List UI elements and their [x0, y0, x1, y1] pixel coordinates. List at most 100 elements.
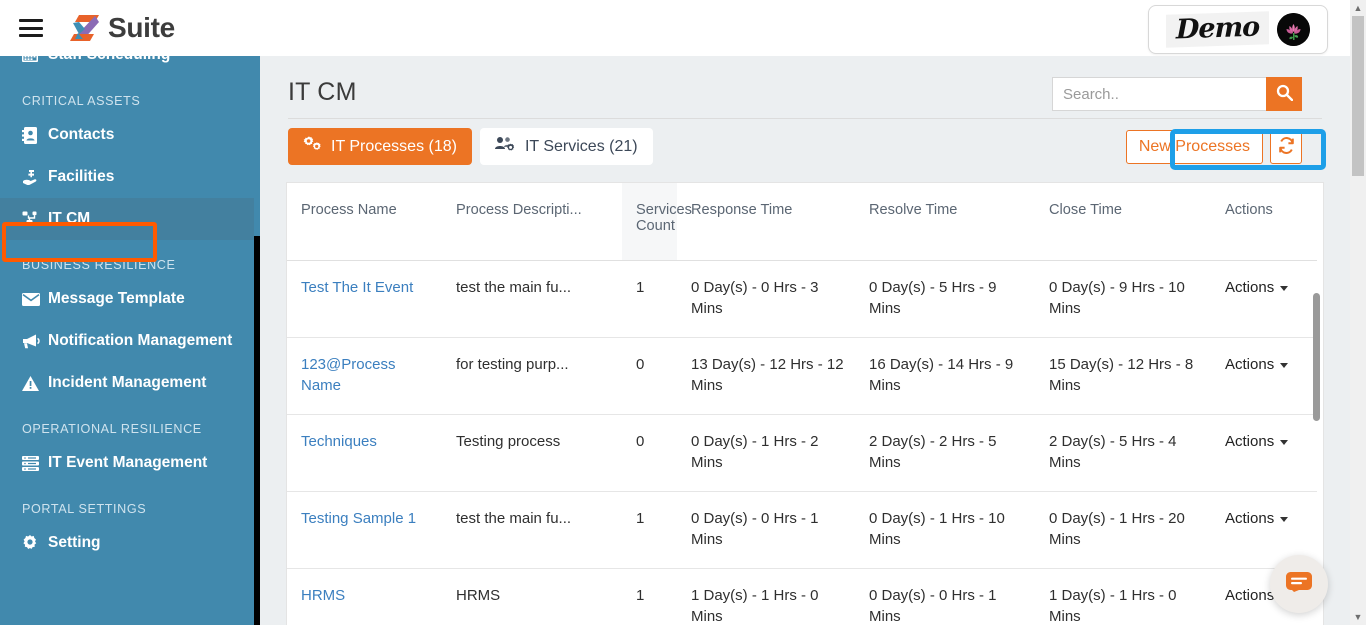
search-bar: [1052, 77, 1302, 111]
chevron-down-icon: [1280, 439, 1289, 445]
column-header-process-description[interactable]: Process Descripti...: [442, 183, 622, 261]
page-scrollbar-thumb[interactable]: [1352, 16, 1364, 176]
envelope-icon: [22, 292, 48, 306]
sidebar-item-setting[interactable]: Setting: [0, 522, 254, 564]
new-processes-button[interactable]: New Processes: [1125, 130, 1263, 164]
table-toolbar: New Processes: [1125, 130, 1302, 164]
cell-services-count: 0: [622, 414, 677, 492]
chevron-down-icon: [1280, 516, 1289, 522]
tab-label: IT Services (21): [524, 137, 638, 155]
hand-facility-icon: [22, 169, 48, 186]
cell-response-time: 13 Day(s) - 12 Hrs - 12 Mins: [677, 337, 855, 415]
cell-process-name: Techniques: [287, 414, 442, 492]
cell-resolve-time: 0 Day(s) - 0 Hrs - 1 Mins: [855, 568, 1035, 625]
process-name-link[interactable]: 123@Process Name: [301, 356, 395, 394]
brand-logo[interactable]: Suite: [69, 12, 175, 44]
chevron-down-icon: [1280, 285, 1289, 291]
column-header-response-time[interactable]: Response Time: [677, 183, 855, 261]
sidebar-item-contacts[interactable]: Contacts: [0, 114, 254, 156]
gears-icon: [303, 136, 322, 157]
megaphone-icon: [22, 334, 48, 349]
cell-process-name: Testing Sample 1: [287, 491, 442, 569]
top-bar: Suite Demo: [0, 0, 1366, 56]
sidebar-section-operational-resilience: OPERATIONAL RESILIENCE: [22, 422, 202, 436]
chat-widget-button[interactable]: [1270, 555, 1328, 613]
avatar[interactable]: [1277, 13, 1311, 46]
cell-resolve-time: 0 Day(s) - 1 Hrs - 10 Mins: [855, 491, 1035, 569]
search-input[interactable]: [1052, 77, 1266, 111]
cell-process-description: test the main fu...: [442, 260, 622, 338]
cell-process-name: Test The It Event: [287, 260, 442, 338]
sidebar-item-facilities[interactable]: Facilities: [0, 156, 254, 198]
cell-actions: Actions: [1211, 337, 1317, 415]
hamburger-icon[interactable]: [19, 19, 43, 37]
sidebar-item-message-template[interactable]: Message Template: [0, 278, 254, 320]
process-name-link[interactable]: Test The It Event: [301, 279, 413, 296]
sidebar-item-it-event-management[interactable]: IT Event Management: [0, 442, 254, 484]
scroll-up-arrow[interactable]: ▲: [1350, 0, 1366, 16]
cell-services-count: 1: [622, 260, 677, 338]
table-header-row: Process Name Process Descripti... Servic…: [287, 183, 1317, 261]
sidebar-item-label: Incident Management: [48, 374, 207, 391]
tab-it-processes[interactable]: IT Processes (18): [288, 128, 472, 165]
main-content: IT CM Search.. IT Processes (18) IT Serv…: [260, 56, 1350, 625]
brand-name: Suite: [108, 12, 175, 43]
scroll-down-arrow[interactable]: ▼: [1350, 609, 1366, 625]
cell-close-time: 2 Day(s) - 5 Hrs - 4 Mins: [1035, 414, 1211, 492]
sidebar-item-staff-scheduling[interactable]: Staff Scheduling: [0, 56, 254, 76]
actions-label: Actions: [1225, 433, 1275, 450]
process-name-link[interactable]: Techniques: [301, 433, 377, 450]
actions-dropdown[interactable]: Actions: [1225, 356, 1289, 373]
users-gear-icon: [494, 136, 516, 157]
actions-label: Actions: [1225, 587, 1275, 604]
cell-process-description: HRMS: [442, 568, 622, 625]
sidebar-item-label: Staff Scheduling: [48, 56, 170, 64]
column-header-process-name[interactable]: Process Name: [287, 183, 442, 261]
tab-label: IT Processes (18): [331, 137, 457, 155]
account-badge[interactable]: Demo: [1148, 5, 1328, 54]
cell-services-count: 0: [622, 337, 677, 415]
page-scrollbar[interactable]: ▲ ▼: [1350, 0, 1366, 625]
cell-close-time: 0 Day(s) - 9 Hrs - 10 Mins: [1035, 260, 1211, 338]
sidebar-item-label: IT Event Management: [48, 454, 208, 471]
sidebar-item-label: Message Template: [48, 290, 185, 307]
calendar-grid-icon: [22, 56, 48, 63]
cell-resolve-time: 2 Day(s) - 2 Hrs - 5 Mins: [855, 414, 1035, 492]
sidebar-scroll-content: Staff Scheduling CRITICAL ASSETS Contact…: [0, 56, 254, 564]
process-name-link[interactable]: HRMS: [301, 587, 345, 604]
cell-close-time: 0 Day(s) - 1 Hrs - 20 Mins: [1035, 491, 1211, 569]
table-row: 123@Process Name for testing purp... 0 13 D…: [287, 337, 1317, 415]
cell-services-count: 1: [622, 568, 677, 625]
sidebar-item-label: Setting: [48, 534, 101, 551]
tab-it-services[interactable]: IT Services (21): [479, 128, 653, 165]
sidebar-item-it-cm[interactable]: IT CM: [0, 198, 254, 240]
refresh-button[interactable]: [1270, 130, 1302, 164]
process-name-link[interactable]: Testing Sample 1: [301, 510, 416, 527]
sidebar-section-business-resilience: BUSINESS RESILIENCE: [22, 258, 176, 272]
processes-table: Process Name Process Descripti... Servic…: [287, 183, 1317, 625]
table-row: Test The It Event test the main fu... 1 0 D…: [287, 260, 1317, 338]
column-header-services-count[interactable]: Services Count: [622, 183, 692, 261]
sidebar-item-notification-management[interactable]: Notification Management: [0, 320, 254, 362]
sidebar-section-critical-assets: CRITICAL ASSETS: [22, 94, 141, 108]
app-root: Suite Demo CRITICAL ASSETS Contacts Faci…: [0, 0, 1366, 625]
tab-bar: IT Processes (18) IT Services (21): [288, 128, 653, 165]
actions-dropdown[interactable]: Actions: [1225, 510, 1289, 527]
actions-label: Actions: [1225, 510, 1275, 527]
table-scrollbar-thumb[interactable]: [1313, 293, 1320, 421]
table-head: Process Name Process Descripti... Servic…: [287, 183, 1317, 261]
sidebar-item-label: Contacts: [48, 126, 115, 143]
sidebar-item-incident-management[interactable]: Incident Management: [0, 362, 254, 404]
cell-response-time: 0 Day(s) - 0 Hrs - 3 Mins: [677, 260, 855, 338]
search-button[interactable]: [1266, 77, 1302, 111]
warning-triangle-icon: [22, 375, 48, 391]
column-header-resolve-time[interactable]: Resolve Time: [855, 183, 1035, 261]
cell-close-time: 1 Day(s) - 1 Hrs - 0 Mins: [1035, 568, 1211, 625]
sidebar-scrollbar-thumb[interactable]: [254, 236, 260, 625]
column-header-close-time[interactable]: Close Time: [1035, 183, 1211, 261]
cell-process-name: HRMS: [287, 568, 442, 625]
z-logo-icon: [69, 12, 105, 44]
actions-dropdown[interactable]: Actions: [1225, 279, 1289, 296]
chevron-down-icon: [1280, 362, 1289, 368]
actions-dropdown[interactable]: Actions: [1225, 433, 1289, 450]
